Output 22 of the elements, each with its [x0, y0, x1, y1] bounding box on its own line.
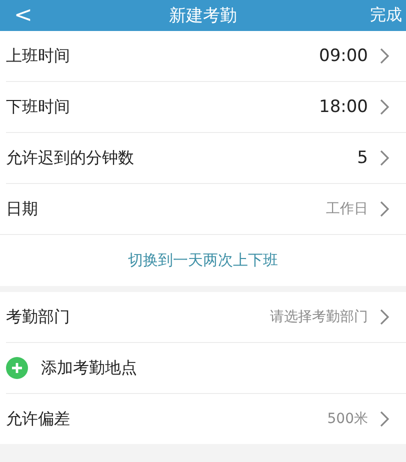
row-label: 允许迟到的分钟数 [6, 148, 135, 168]
row-value: 500米 [327, 410, 368, 428]
chevron-icon [380, 150, 390, 166]
row-label: 允许偏差 [6, 408, 71, 430]
chevron-icon [380, 201, 390, 217]
row-value: 09:00 [319, 46, 368, 66]
row-value: 工作日 [326, 200, 368, 218]
row-label: 考勤部门 [6, 306, 71, 328]
chevron-icon [380, 411, 390, 427]
row-label: 日期 [6, 198, 39, 220]
page-title: 新建考勤 [168, 5, 238, 27]
row-label: 添加考勤地点 [41, 358, 138, 378]
row-value: 18:00 [319, 97, 368, 117]
row-value: 5 [357, 148, 368, 168]
plus-circle-icon [6, 357, 28, 379]
chevron-icon [380, 48, 390, 64]
row-value: 请选择考勤部门 [270, 308, 368, 326]
row-label: 下班时间 [6, 96, 71, 118]
switch-link[interactable]: 切换到一天两次上下班 [128, 251, 278, 270]
chevron-icon [380, 99, 390, 115]
row-label: 上班时间 [6, 46, 71, 66]
chevron-icon [380, 309, 390, 325]
